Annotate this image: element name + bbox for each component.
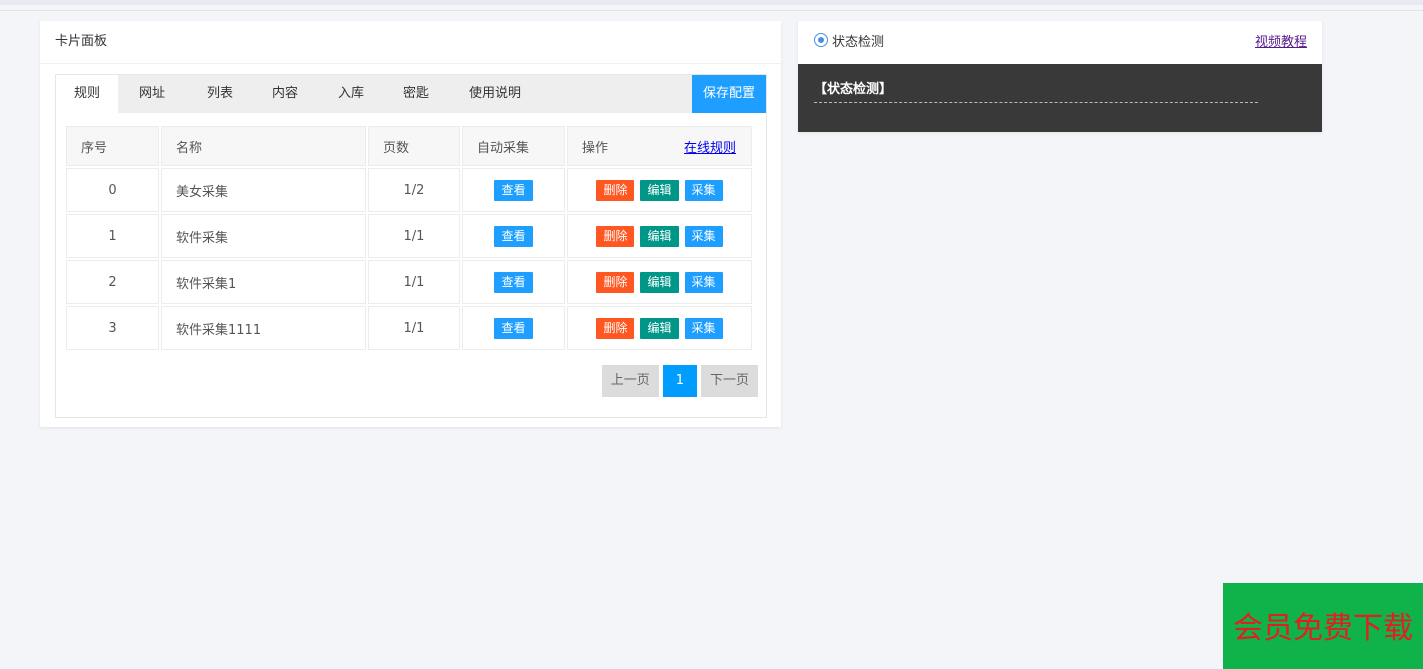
row-actions: 删除 编辑 采集 — [567, 168, 752, 212]
edit-button[interactable]: 编辑 — [640, 225, 679, 247]
card-panel: 卡片面板 规则 网址 列表 内容 入库 密匙 使用说明 保存配置 序号 名称 页… — [40, 21, 781, 427]
delete-button[interactable]: 删除 — [596, 271, 635, 293]
tab-key[interactable]: 密匙 — [386, 75, 446, 113]
collect-button[interactable]: 采集 — [684, 179, 723, 201]
status-card-header: 状态检测 视频教程 — [798, 21, 1322, 64]
view-button[interactable]: 查看 — [494, 179, 533, 201]
target-icon — [814, 33, 828, 47]
row-name: 软件采集 — [161, 214, 366, 258]
pagination: 上一页 1 下一页 — [598, 365, 758, 397]
row-pages: 1/2 — [368, 168, 460, 212]
next-page-button[interactable]: 下一页 — [700, 365, 758, 397]
tab-storage[interactable]: 入库 — [321, 75, 381, 113]
promo-banner[interactable]: 会员免费下载 — [1223, 583, 1423, 669]
collect-button[interactable]: 采集 — [684, 317, 723, 339]
status-console: 【状态检测】 — [798, 64, 1322, 132]
tab-urls[interactable]: 网址 — [122, 75, 182, 113]
delete-button[interactable]: 删除 — [596, 179, 635, 201]
row-auto-collect: 查看 — [462, 214, 565, 258]
console-status-line: 【状态检测】 — [814, 82, 893, 97]
collect-button[interactable]: 采集 — [684, 271, 723, 293]
tab-list[interactable]: 列表 — [190, 75, 250, 113]
view-button[interactable]: 查看 — [494, 225, 533, 247]
col-auto-collect: 自动采集 — [462, 126, 565, 166]
video-tutorial-link[interactable]: 视频教程 — [1255, 21, 1307, 64]
tab-rules[interactable]: 规则 — [56, 75, 118, 113]
table-row: 2 软件采集1 1/1 查看 删除 编辑 采集 — [66, 260, 752, 304]
row-auto-collect: 查看 — [462, 168, 565, 212]
row-auto-collect: 查看 — [462, 260, 565, 304]
col-actions-label: 操作 — [582, 140, 609, 156]
row-auto-collect: 查看 — [462, 306, 565, 350]
row-index: 3 — [66, 306, 159, 350]
row-name: 美女采集 — [161, 168, 366, 212]
delete-button[interactable]: 删除 — [596, 317, 635, 339]
row-actions: 删除 编辑 采集 — [567, 214, 752, 258]
row-index: 0 — [66, 168, 159, 212]
row-pages: 1/1 — [368, 260, 460, 304]
status-card-title: 状态检测 — [832, 35, 885, 50]
table-row: 1 软件采集 1/1 查看 删除 编辑 采集 — [66, 214, 752, 258]
tab-bar: 规则 网址 列表 内容 入库 密匙 使用说明 保存配置 — [56, 75, 766, 113]
row-actions: 删除 编辑 采集 — [567, 306, 752, 350]
row-index: 1 — [66, 214, 159, 258]
view-button[interactable]: 查看 — [494, 271, 533, 293]
col-actions: 操作 在线规则 — [567, 126, 752, 166]
collect-button[interactable]: 采集 — [684, 225, 723, 247]
row-index: 2 — [66, 260, 159, 304]
table-row: 0 美女采集 1/2 查看 删除 编辑 采集 — [66, 168, 752, 212]
console-divider — [814, 102, 1258, 104]
row-pages: 1/1 — [368, 214, 460, 258]
edit-button[interactable]: 编辑 — [640, 271, 679, 293]
row-actions: 删除 编辑 采集 — [567, 260, 752, 304]
table-row: 3 软件采集1111 1/1 查看 删除 编辑 采集 — [66, 306, 752, 350]
delete-button[interactable]: 删除 — [596, 225, 635, 247]
row-pages: 1/1 — [368, 306, 460, 350]
tabs-container: 规则 网址 列表 内容 入库 密匙 使用说明 保存配置 序号 名称 页数 自动采… — [55, 74, 767, 418]
row-name: 软件采集1 — [161, 260, 366, 304]
prev-page-button[interactable]: 上一页 — [601, 365, 659, 397]
save-config-button[interactable]: 保存配置 — [692, 75, 766, 113]
card-panel-title: 卡片面板 — [40, 21, 781, 64]
rules-table: 序号 名称 页数 自动采集 操作 在线规则 0 美女采集 1/2 查看 删除 编… — [64, 124, 754, 352]
col-index: 序号 — [66, 126, 159, 166]
edit-button[interactable]: 编辑 — [640, 179, 679, 201]
row-name: 软件采集1111 — [161, 306, 366, 350]
tab-content[interactable]: 内容 — [255, 75, 315, 113]
col-name: 名称 — [161, 126, 366, 166]
col-pages: 页数 — [368, 126, 460, 166]
view-button[interactable]: 查看 — [494, 317, 533, 339]
page-1-button[interactable]: 1 — [662, 365, 697, 397]
online-rules-link[interactable]: 在线规则 — [684, 137, 736, 156]
top-bar — [0, 0, 1423, 5]
status-card: 状态检测 视频教程 【状态检测】 — [798, 21, 1322, 132]
table-header-row: 序号 名称 页数 自动采集 操作 在线规则 — [66, 126, 752, 166]
top-divider — [0, 10, 1423, 11]
edit-button[interactable]: 编辑 — [640, 317, 679, 339]
tab-instructions[interactable]: 使用说明 — [456, 75, 534, 113]
